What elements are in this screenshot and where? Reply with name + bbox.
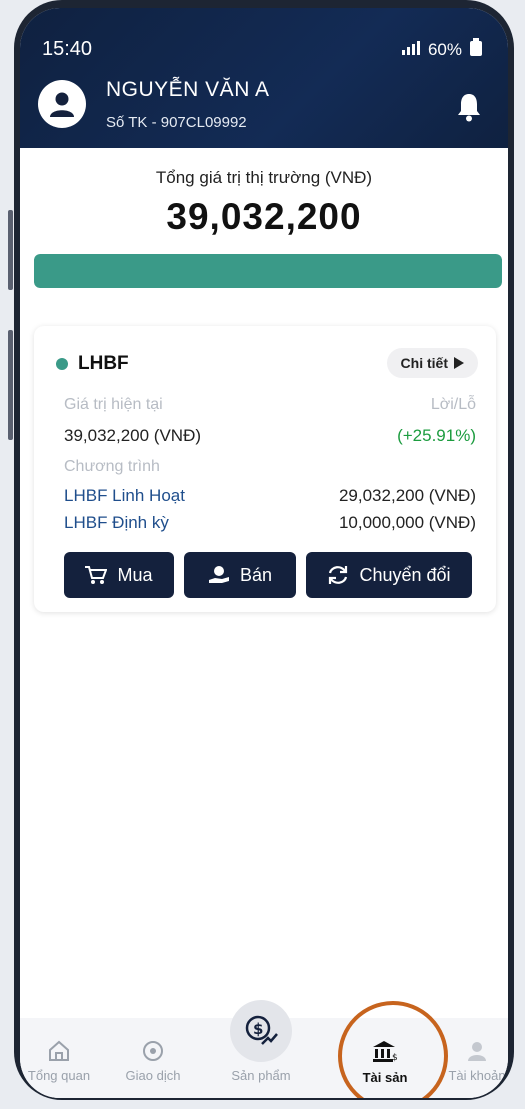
app-screen: 15:40 60% NGUYỄN VĂN A Số TK - 907CL0999… (20, 8, 508, 1098)
home-icon (49, 1040, 69, 1061)
cart-icon (85, 566, 108, 584)
products-fab[interactable]: $ (230, 1000, 292, 1062)
volume-button (8, 210, 13, 290)
status-time: 15:40 (42, 38, 93, 60)
sell-button-label: Bán (239, 564, 273, 585)
nav-item-label: Tài khoản (448, 1068, 506, 1083)
total-market-value-label: Tổng giá trị thị trường (VNĐ) (155, 168, 373, 187)
allocation-bar-fill (34, 254, 502, 288)
money-growth-icon: $ (245, 1015, 278, 1045)
transaction-icon (143, 1041, 163, 1061)
nav-item-label: Sản phẩm (231, 1068, 291, 1083)
detail-button-label: Chi tiết (400, 355, 448, 371)
sell-hand-icon (208, 566, 229, 583)
current-value-label: Giá trị hiện tại (64, 396, 163, 413)
program-value: 10,000,000 (VNĐ) (338, 513, 476, 532)
account-number: Số TK - 907CL09992 (106, 114, 247, 131)
nav-item-overview[interactable]: Tổng quan (20, 1040, 104, 1083)
program-link[interactable]: LHBF Định kỳ (64, 513, 169, 533)
battery-icon (470, 38, 482, 61)
play-arrow-icon (454, 357, 464, 369)
notification-bell-icon[interactable] (456, 92, 482, 127)
app-header: 15:40 60% NGUYỄN VĂN A Số TK - 907CL0999… (20, 8, 508, 148)
avatar[interactable] (38, 80, 86, 128)
convert-button-label: Chuyển đổi (359, 564, 451, 585)
sell-button[interactable]: Bán (184, 552, 296, 598)
fund-name: LHBF (78, 353, 129, 374)
status-icons: 60% (401, 38, 482, 61)
program-label: Chương trình (64, 458, 160, 475)
pnl-value: (+25.91%) (397, 426, 476, 445)
nav-item-transactions[interactable]: Giao dịch (108, 1040, 198, 1083)
highlight-circle (338, 1001, 448, 1098)
user-icon (50, 92, 74, 117)
user-name: NGUYỄN VĂN A (106, 78, 270, 101)
buy-button-label: Mua (117, 564, 153, 585)
nav-item-label: Giao dịch (125, 1068, 181, 1083)
buy-button[interactable]: Mua (64, 552, 174, 598)
program-link[interactable]: LHBF Linh Hoạt (64, 486, 185, 506)
fund-card: LHBF Chi tiết Giá trị hiện tại Lời/Lỗ 39… (34, 326, 496, 612)
power-button (8, 330, 13, 440)
nav-item-products[interactable]: Sản phẩm (216, 1068, 306, 1083)
pnl-label: Lời/Lỗ (430, 396, 476, 413)
convert-button[interactable]: Chuyển đổi (306, 552, 472, 598)
svg-text:$: $ (253, 1020, 263, 1038)
current-value: 39,032,200 (VNĐ) (64, 426, 202, 445)
battery-text: 60% (427, 39, 462, 59)
signal-icon (401, 40, 420, 60)
person-icon (468, 1042, 486, 1061)
allocation-bar (34, 254, 502, 288)
total-market-value: 39,032,200 (166, 196, 362, 237)
nav-item-label: Tổng quan (27, 1068, 91, 1083)
convert-icon (329, 566, 348, 584)
detail-button[interactable]: Chi tiết (386, 348, 478, 378)
program-value: 29,032,200 (VNĐ) (338, 486, 476, 505)
fund-color-dot (56, 358, 68, 370)
